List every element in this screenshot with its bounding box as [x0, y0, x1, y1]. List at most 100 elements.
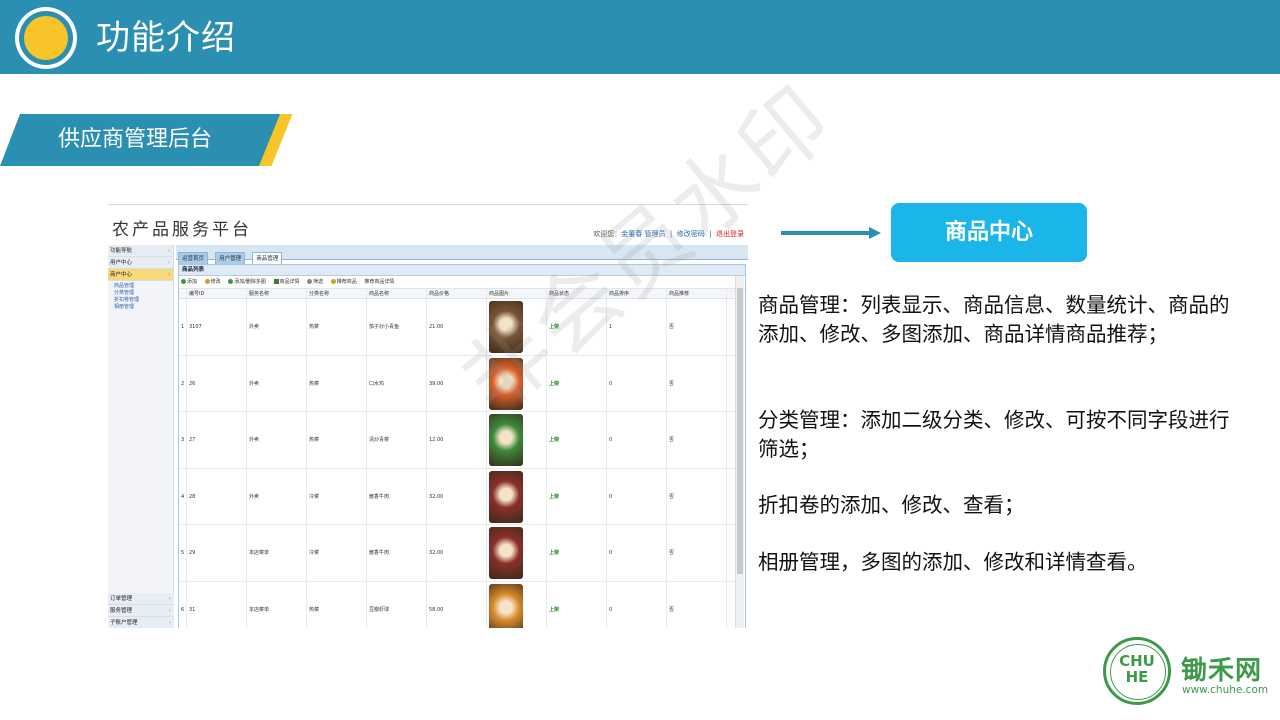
- detail-button[interactable]: 商品详情: [273, 279, 300, 285]
- sidebar-group-label: 用户中心: [110, 260, 133, 266]
- table-row[interactable]: 6 31 本店菜单 热菜 豆瓣虾球 58.00 上架 0 否: [179, 581, 735, 628]
- row-number: 6: [179, 581, 187, 628]
- table-row[interactable]: 3 27 外卖 热菜 清炒青菜 12.00 上架 0 否: [179, 412, 735, 469]
- cell-image: [487, 468, 547, 524]
- sidebar: 功能导航 ‹ 用户中心 ‹ 商户中心 ‹ 商品管理 分类管理 折扣卷管理 相册管理 订…: [108, 245, 174, 628]
- cell-image: [487, 581, 547, 628]
- sidebar-group-label: 订单管理: [110, 596, 133, 602]
- column-header[interactable]: 分类名称: [307, 289, 367, 298]
- cell-category: 热菜: [307, 299, 367, 355]
- recommend-button[interactable]: 推荐商品: [330, 279, 357, 285]
- product-center-button: 商品中心: [891, 203, 1087, 262]
- arrow-right-icon: [869, 227, 881, 239]
- cell-service: 外卖: [247, 468, 307, 524]
- brand-logo-icon: CHU HE: [1103, 637, 1171, 705]
- sidebar-group[interactable]: 子账户管理 ‹: [108, 617, 174, 628]
- tab-products[interactable]: 商品管理: [252, 252, 283, 264]
- brand-name: 锄禾网: [1181, 656, 1263, 686]
- column-header[interactable]: 商品名称: [367, 289, 427, 298]
- tab-users[interactable]: 用户管理: [215, 252, 246, 264]
- cell-recommend: 否: [667, 299, 727, 355]
- filter-label: 筛选: [313, 279, 324, 285]
- cell-price: 32.00: [427, 525, 487, 581]
- sidebar-group-label: 商户中心: [110, 272, 133, 278]
- detail-icon: [273, 279, 279, 284]
- cell-id: 27: [187, 412, 247, 468]
- brand-logo-text: CHU HE: [1119, 652, 1155, 686]
- column-header-index: [179, 289, 187, 298]
- table-row[interactable]: 5 29 本店菜单 冷菜 酱香牛肉 32.00 上架 0 否: [179, 525, 735, 582]
- cell-name: 茄子炒小青鱼: [367, 299, 427, 355]
- cell-category: 热菜: [307, 355, 367, 411]
- cell-order: 0: [607, 355, 667, 411]
- row-number: 3: [179, 412, 187, 468]
- sidebar-group[interactable]: 订单管理 ‹: [108, 593, 174, 605]
- edit-icon: [204, 279, 210, 284]
- cell-order: 0: [607, 525, 667, 581]
- row-number: 1: [179, 299, 187, 355]
- cell-status: 上架: [547, 412, 607, 468]
- chevron-icon: ‹: [168, 596, 171, 602]
- product-image: [489, 470, 523, 523]
- add-button[interactable]: 添加: [181, 279, 197, 285]
- add-label: 添加: [187, 279, 198, 285]
- sidebar-group[interactable]: 服务管理 ‹: [108, 605, 174, 617]
- cell-name: 酱香牛肉: [367, 525, 427, 581]
- sidebar-item-categories[interactable]: 分类管理: [108, 290, 173, 297]
- table-row[interactable]: 4 28 外卖 冷菜 酱香牛肉 32.00 上架 0 否: [179, 468, 735, 525]
- cell-recommend: 否: [667, 468, 727, 524]
- cell-id: 26: [187, 355, 247, 411]
- sidebar-group[interactable]: 功能导航 ‹: [108, 245, 173, 257]
- cell-recommend: 否: [667, 525, 727, 581]
- tab-home[interactable]: 运营首页: [178, 252, 209, 264]
- sidebar-item-albums[interactable]: 相册管理: [108, 304, 173, 311]
- edit-label: 修改: [210, 279, 221, 285]
- row-number: 2: [179, 355, 187, 411]
- slide: 功能介绍 供应商管理后台 农产品服务平台 欢迎您：金董春 管理员 | 修改密码 …: [0, 0, 1280, 720]
- cell-service: 本店菜单: [247, 581, 307, 628]
- cell-price: 58.00: [427, 581, 487, 628]
- scrollbar-thumb[interactable]: [737, 288, 743, 574]
- row-number: 4: [179, 468, 187, 524]
- cell-status: 上架: [547, 525, 607, 581]
- sidebar-group-label: 功能导航: [110, 248, 133, 254]
- cell-name: 口水鸡: [367, 355, 427, 411]
- sidebar-item-coupons[interactable]: 折扣卷管理: [108, 297, 173, 304]
- cell-id: 29: [187, 525, 247, 581]
- cell-name: 清炒青菜: [367, 412, 427, 468]
- cell-category: 冷菜: [307, 525, 367, 581]
- sidebar-group[interactable]: 用户中心 ‹: [108, 257, 173, 269]
- sidebar-group-label: 服务管理: [110, 608, 133, 614]
- cell-service: 外卖: [247, 355, 307, 411]
- product-image: [489, 583, 523, 628]
- scrollbar[interactable]: [735, 276, 744, 628]
- column-header[interactable]: 商品价格: [427, 289, 487, 298]
- recommend-detail-label: 推荐商品详情: [364, 279, 395, 285]
- product-image: [489, 527, 523, 579]
- cell-price: 32.00: [427, 468, 487, 524]
- edit-button[interactable]: 修改: [204, 279, 221, 285]
- chevron-icon: ‹: [167, 260, 170, 266]
- cell-recommend: 否: [667, 355, 727, 411]
- image-icon: [228, 279, 234, 284]
- chevron-icon: ‹: [168, 608, 171, 614]
- description-coupons: 折扣卷的添加、修改、查看；: [758, 493, 1025, 517]
- recommend-icon: [330, 279, 336, 284]
- multi-image-button[interactable]: 添加/删除多图: [228, 279, 266, 285]
- column-header[interactable]: 编号ID: [187, 289, 247, 298]
- cell-id: 3107: [187, 299, 247, 355]
- chevron-icon: ‹: [168, 620, 171, 626]
- cell-order: 0: [607, 468, 667, 524]
- filter-button[interactable]: 筛选: [307, 279, 323, 285]
- cell-image: [487, 525, 547, 581]
- cell-id: 31: [187, 581, 247, 628]
- header-circle-logo: [15, 7, 77, 69]
- column-header[interactable]: 服务名称: [247, 289, 307, 298]
- recommend-detail-button[interactable]: 推荐商品详情: [364, 279, 394, 285]
- cell-order: 0: [607, 581, 667, 628]
- chevron-icon: ‹: [167, 248, 170, 254]
- cell-category: 热菜: [307, 581, 367, 628]
- sidebar-item-products[interactable]: 商品管理: [108, 283, 173, 290]
- cell-price: 12.00: [427, 412, 487, 468]
- sidebar-group-active[interactable]: 商户中心 ‹: [108, 269, 173, 281]
